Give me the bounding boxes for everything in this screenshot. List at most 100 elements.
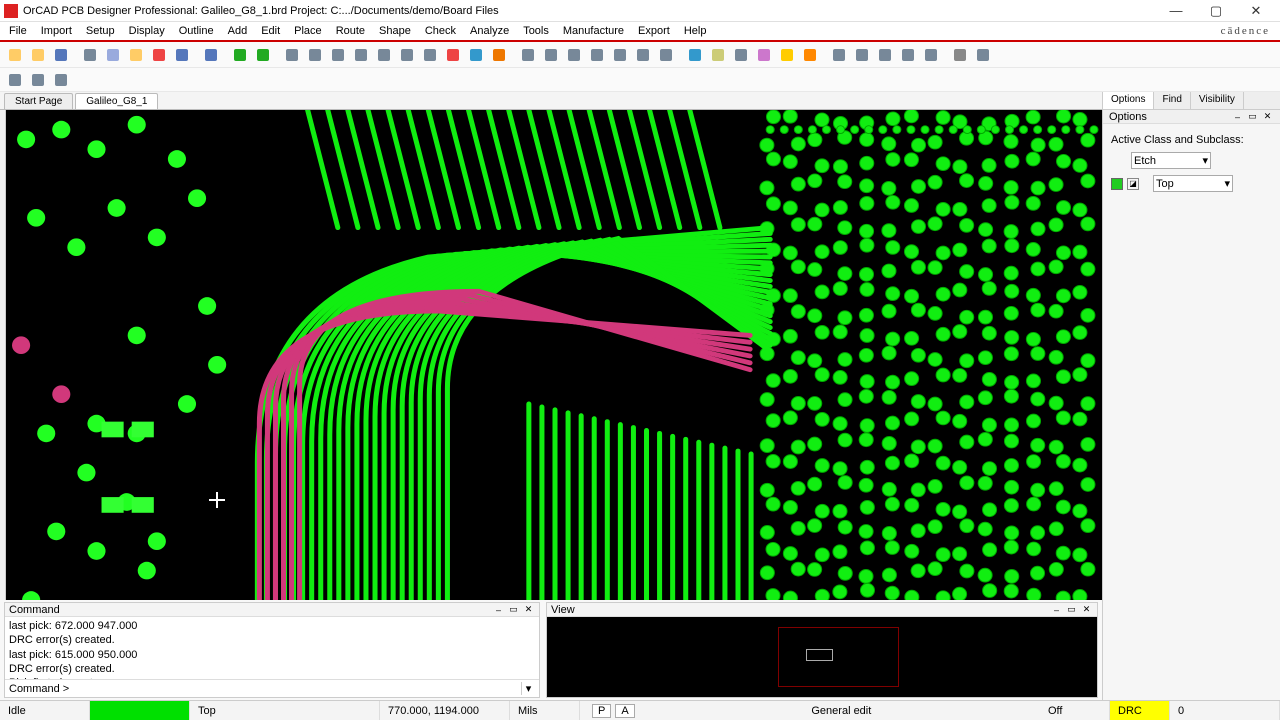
chevron-down-icon: ▾ (1224, 177, 1230, 190)
menu-check[interactable]: Check (418, 23, 463, 39)
subclass-color-swatch[interactable] (1111, 178, 1123, 190)
win2-button[interactable] (851, 44, 873, 66)
box-button[interactable] (730, 44, 752, 66)
zoom-fit-button[interactable] (350, 44, 372, 66)
panel-close-icon[interactable]: ✕ (522, 604, 535, 616)
options-subtitle: Options (1109, 111, 1147, 123)
active-subclass-select[interactable]: Top▾ (1153, 175, 1233, 192)
zoom-sel-button[interactable] (419, 44, 441, 66)
menu-setup[interactable]: Setup (79, 23, 122, 39)
win5-button[interactable] (920, 44, 942, 66)
status-coords: 770.000, 1194.000 (380, 701, 510, 720)
stop-button[interactable] (442, 44, 464, 66)
menu-outline[interactable]: Outline (172, 23, 221, 39)
panel-close-icon[interactable]: ✕ (1261, 111, 1274, 123)
stack4-button[interactable] (586, 44, 608, 66)
win1-button[interactable] (828, 44, 850, 66)
panel-restore-icon[interactable]: ▭ (1065, 604, 1078, 616)
win3-button[interactable] (874, 44, 896, 66)
menu-import[interactable]: Import (34, 23, 79, 39)
menu-display[interactable]: Display (122, 23, 172, 39)
redo-button[interactable] (200, 44, 222, 66)
zoom-out-button[interactable] (373, 44, 395, 66)
menu-file[interactable]: File (2, 23, 34, 39)
doc-tab[interactable]: Start Page (4, 93, 73, 109)
menu-help[interactable]: Help (677, 23, 714, 39)
histogram-button[interactable] (27, 69, 49, 91)
stack3-button[interactable] (563, 44, 585, 66)
maximize-button[interactable]: ▢ (1196, 0, 1236, 22)
globe-button[interactable] (684, 44, 706, 66)
stack6-button[interactable] (632, 44, 654, 66)
status-drc-label[interactable]: DRC (1110, 701, 1170, 720)
stack5-button[interactable] (609, 44, 631, 66)
menu-export[interactable]: Export (631, 23, 677, 39)
menu-tools[interactable]: Tools (516, 23, 556, 39)
panel-minimize-icon[interactable]: – (492, 604, 505, 616)
secondary-toolbar (0, 68, 1280, 92)
side-tab-options[interactable]: Options (1103, 92, 1154, 109)
stack7-button[interactable] (655, 44, 677, 66)
go-button[interactable] (229, 44, 251, 66)
side-tab-find[interactable]: Find (1154, 92, 1190, 109)
measure-button[interactable] (4, 69, 26, 91)
zoom-area-button[interactable] (396, 44, 418, 66)
minimize-button[interactable]: — (1156, 0, 1196, 22)
panel-restore-icon[interactable]: ▭ (1246, 111, 1259, 123)
panel-restore-icon[interactable]: ▭ (507, 604, 520, 616)
paste-button[interactable] (125, 44, 147, 66)
grid-list-button[interactable] (281, 44, 303, 66)
sun-button[interactable] (776, 44, 798, 66)
doc-tab[interactable]: Galileo_G8_1 (75, 93, 158, 109)
main-toolbar (0, 42, 1280, 68)
viewport-rect[interactable] (806, 649, 833, 661)
delete-button[interactable] (148, 44, 170, 66)
stack2-button[interactable] (540, 44, 562, 66)
command-input-row: Command > ▾ (5, 679, 539, 697)
new-button[interactable] (4, 44, 26, 66)
menu-add[interactable]: Add (221, 23, 255, 39)
menu-shape[interactable]: Shape (372, 23, 418, 39)
win4-button[interactable] (897, 44, 919, 66)
panel-minimize-icon[interactable]: – (1050, 604, 1063, 616)
world-view[interactable] (547, 617, 1097, 697)
hand-button[interactable] (79, 44, 101, 66)
pcb-canvas[interactable] (6, 110, 1102, 600)
subclass-visibility-toggle[interactable]: ◪ (1127, 178, 1139, 190)
save-button[interactable] (50, 44, 72, 66)
refresh-button[interactable] (465, 44, 487, 66)
grid-table-button[interactable] (304, 44, 326, 66)
sun2-button[interactable] (799, 44, 821, 66)
panel-close-icon[interactable]: ✕ (1080, 604, 1093, 616)
menu-analyze[interactable]: Analyze (463, 23, 516, 39)
menu-manufacture[interactable]: Manufacture (556, 23, 631, 39)
command-input[interactable] (73, 683, 521, 694)
gears-button[interactable] (707, 44, 729, 66)
command-panel: Command – ▭ ✕ last pick: 672.000 947.000… (4, 602, 540, 698)
close-button[interactable]: ✕ (1236, 0, 1276, 22)
copy-button[interactable] (102, 44, 124, 66)
status-mode: General edit (643, 701, 1040, 720)
menu-edit[interactable]: Edit (254, 23, 287, 39)
pin-button[interactable] (252, 44, 274, 66)
side-tab-visibility[interactable]: Visibility (1191, 92, 1244, 109)
3d-button[interactable] (488, 44, 510, 66)
status-a-button[interactable]: A (615, 704, 634, 718)
zoom-in-button[interactable] (327, 44, 349, 66)
options-body: Active Class and Subclass: Etch▾ ◪ Top▾ (1103, 124, 1280, 208)
print-button[interactable] (949, 44, 971, 66)
active-class-select[interactable]: Etch▾ (1131, 152, 1211, 169)
open-button[interactable] (27, 44, 49, 66)
menu-route[interactable]: Route (329, 23, 372, 39)
align-button[interactable] (50, 69, 72, 91)
command-history-dropdown-icon[interactable]: ▾ (521, 682, 535, 695)
undo-button[interactable] (171, 44, 193, 66)
status-p-button[interactable]: P (592, 704, 611, 718)
command-log[interactable]: last pick: 672.000 947.000DRC error(s) c… (5, 617, 539, 679)
printopt-button[interactable] (972, 44, 994, 66)
menu-place[interactable]: Place (287, 23, 329, 39)
wand-button[interactable] (753, 44, 775, 66)
panel-minimize-icon[interactable]: – (1231, 111, 1244, 123)
stack1-button[interactable] (517, 44, 539, 66)
active-class-value: Etch (1134, 155, 1156, 167)
